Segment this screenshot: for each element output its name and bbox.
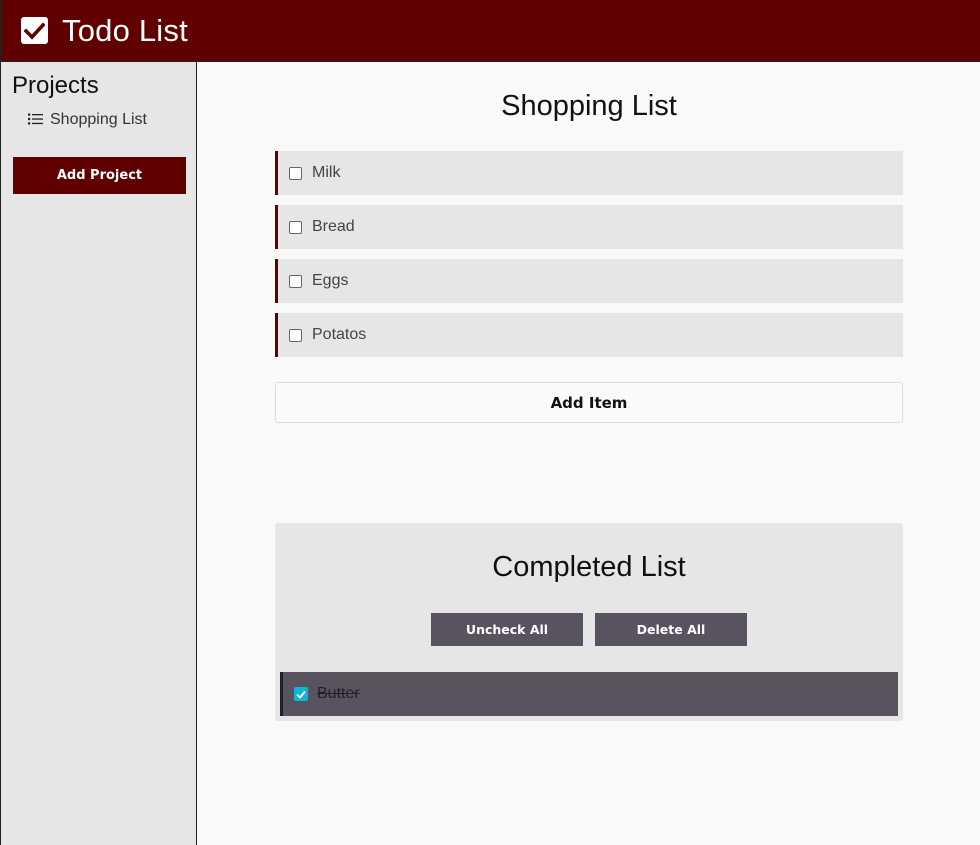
todo-checkbox[interactable] [289, 166, 302, 180]
todo-app: Todo List Projects Shopping List Add Pro… [0, 0, 980, 845]
todo-label: Potatos [312, 326, 367, 343]
todo-item-eggs[interactable]: Eggs [275, 259, 903, 303]
add-item-button[interactable]: Add Item [275, 382, 903, 423]
todo-item-bread[interactable]: Bread [275, 205, 903, 249]
sidebar-item-label: Shopping List [50, 110, 147, 128]
todo-item-milk[interactable]: Milk [275, 151, 903, 195]
checked-checkbox-icon[interactable] [294, 687, 308, 701]
completed-label: Butter [317, 685, 360, 702]
uncheck-all-button[interactable]: Uncheck All [431, 613, 583, 646]
todo-label: Bread [312, 218, 355, 235]
todo-checkbox[interactable] [289, 274, 302, 288]
sidebar: Projects Shopping List Add Project [0, 62, 197, 845]
delete-all-button[interactable]: Delete All [595, 613, 747, 646]
main-content: Shopping List Milk Bread Eggs Potatos Ad… [198, 62, 980, 845]
completed-panel: Completed List Uncheck All Delete All Bu… [275, 523, 903, 721]
sidebar-item-shopping-list[interactable]: Shopping List [28, 110, 147, 129]
app-header: Todo List [0, 0, 980, 62]
sidebar-heading: Projects [12, 72, 99, 99]
add-project-button[interactable]: Add Project [13, 157, 186, 194]
todo-label: Eggs [312, 272, 349, 289]
check-square-icon [21, 17, 48, 44]
todo-checkbox[interactable] [289, 328, 302, 342]
completed-title: Completed List [492, 551, 686, 583]
todo-label: Milk [312, 164, 341, 181]
todo-checkbox[interactable] [289, 220, 302, 234]
app-title: Todo List [62, 12, 188, 48]
list-icon [28, 110, 43, 129]
list-title: Shopping List [501, 90, 677, 122]
todo-item-potatos[interactable]: Potatos [275, 313, 903, 357]
completed-item-butter[interactable]: Butter [280, 672, 898, 716]
